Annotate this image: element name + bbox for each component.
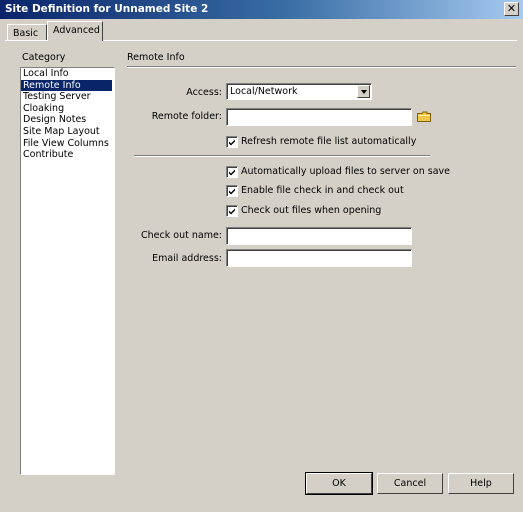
checkmark-icon <box>229 188 235 195</box>
tab-basic[interactable]: Basic <box>7 24 47 41</box>
category-item-file-view-columns[interactable]: File View Columns <box>21 138 112 150</box>
horizontal-divider <box>134 155 430 157</box>
ok-button[interactable]: OK <box>305 472 373 495</box>
remote-folder-label: Remote folder: <box>151 111 222 122</box>
remote-folder-input[interactable] <box>226 108 412 126</box>
close-icon: ✕ <box>506 2 517 15</box>
category-item-contribute[interactable]: Contribute <box>21 149 112 161</box>
access-value: Local/Network <box>230 86 298 97</box>
window-title: Site Definition for Unnamed Site 2 <box>5 3 209 15</box>
category-item-site-map-layout[interactable]: Site Map Layout <box>21 126 112 138</box>
checkmark-icon <box>229 139 235 146</box>
chevron-down-icon[interactable] <box>357 85 370 98</box>
tab-advanced[interactable]: Advanced <box>47 21 103 41</box>
title-bar: Site Definition for Unnamed Site 2 ✕ <box>0 0 523 19</box>
checkout-name-input[interactable] <box>226 227 412 245</box>
access-select[interactable]: Local/Network <box>226 83 372 100</box>
check-out-opening-checkbox[interactable] <box>226 205 238 217</box>
category-item-testing-server[interactable]: Testing Server <box>21 91 112 103</box>
help-button[interactable]: Help <box>448 473 514 494</box>
dialog-window: Site Definition for Unnamed Site 2 ✕ Bas… <box>0 0 523 512</box>
category-item-local-info[interactable]: Local Info <box>21 68 112 80</box>
category-heading: Category <box>22 52 66 63</box>
category-item-design-notes[interactable]: Design Notes <box>21 114 112 126</box>
section-divider <box>127 66 516 68</box>
check-out-opening-label: Check out files when opening <box>241 205 382 216</box>
cancel-button[interactable]: Cancel <box>377 473 443 494</box>
auto-upload-label: Automatically upload files to server on … <box>241 166 451 177</box>
checkmark-icon <box>229 169 235 176</box>
check-in-out-checkbox[interactable] <box>226 185 238 197</box>
email-input[interactable] <box>226 249 412 267</box>
close-button[interactable]: ✕ <box>504 2 519 16</box>
checkmark-icon <box>229 208 235 215</box>
auto-upload-checkbox[interactable] <box>226 166 238 178</box>
category-list[interactable]: Local Info Remote Info Testing Server Cl… <box>20 67 115 475</box>
category-item-remote-info[interactable]: Remote Info <box>21 79 112 92</box>
category-item-cloaking[interactable]: Cloaking <box>21 103 112 115</box>
check-in-out-label: Enable file check in and check out <box>241 185 404 196</box>
email-label: Email address: <box>152 253 222 264</box>
folder-icon[interactable] <box>417 111 431 122</box>
section-title: Remote Info <box>127 52 185 63</box>
access-label: Access: <box>186 87 222 98</box>
checkout-name-label: Check out name: <box>141 230 222 241</box>
refresh-remote-label: Refresh remote file list automatically <box>241 136 417 147</box>
refresh-remote-checkbox[interactable] <box>226 136 238 148</box>
